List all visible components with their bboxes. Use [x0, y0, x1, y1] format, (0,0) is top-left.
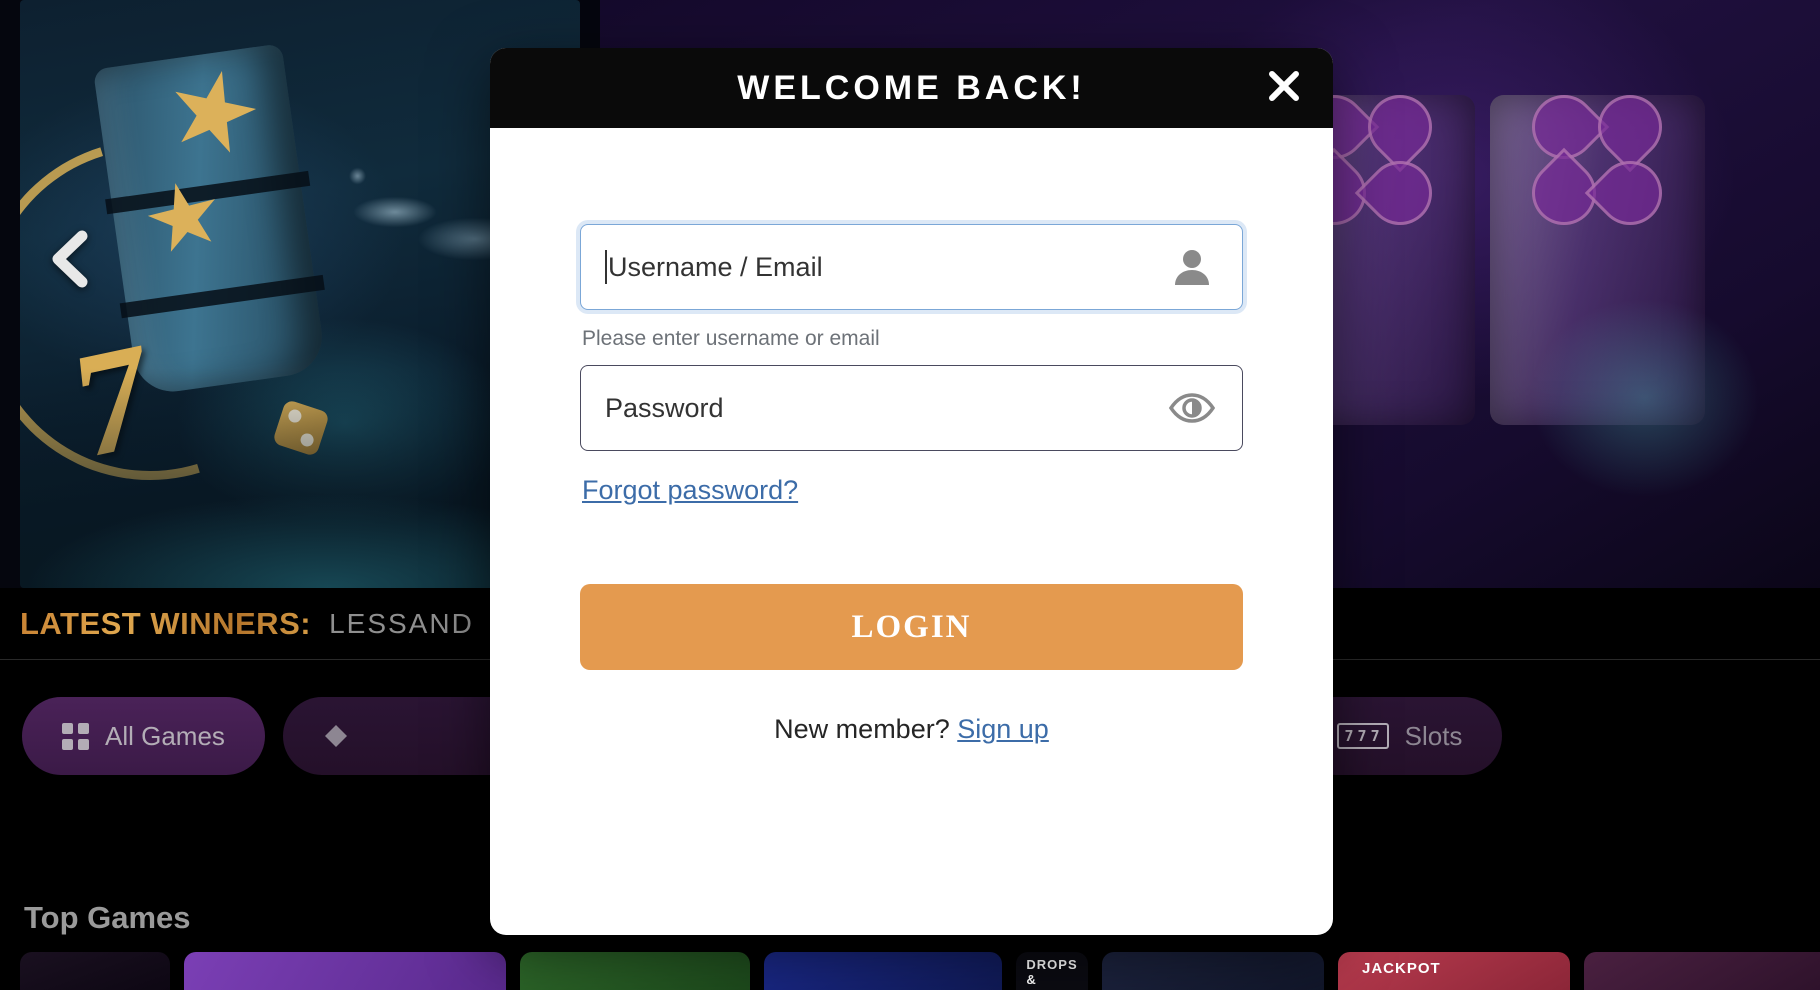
- username-placeholder: Username / Email: [605, 250, 1166, 284]
- modal-body: Username / Email Please enter username o…: [490, 128, 1333, 935]
- login-modal: WELCOME BACK! Username / Email Please en…: [490, 48, 1333, 935]
- username-input[interactable]: Username / Email: [580, 224, 1243, 310]
- password-field-wrap: Password: [580, 365, 1243, 451]
- jackpot-badge: JACKPOT: [1362, 960, 1441, 977]
- game-tile[interactable]: [1584, 952, 1820, 990]
- drops-and-wins-badge: DROPS & WINS: [1026, 957, 1078, 990]
- game-tile[interactable]: [764, 952, 1002, 990]
- app-screen: 7: [0, 0, 1820, 990]
- username-helper-text: Please enter username or email: [582, 327, 880, 350]
- username-placeholder-text: Username / Email: [608, 251, 823, 282]
- chevron-left-icon: [48, 230, 94, 293]
- game-tile[interactable]: [20, 952, 170, 990]
- seven-seven-seven-icon: 777: [1336, 723, 1389, 749]
- close-button[interactable]: [1263, 67, 1305, 109]
- winner-name: LESSAND: [329, 607, 474, 639]
- cyan-glow-decor: [1530, 298, 1760, 498]
- game-tile-drops-wins[interactable]: DROPS & WINS: [1016, 952, 1088, 990]
- username-field-wrap: Username / Email: [580, 224, 1243, 310]
- password-placeholder-text: Password: [605, 392, 724, 423]
- category-pill-label: Slots: [1404, 720, 1463, 751]
- modal-title: WELCOME BACK!: [737, 68, 1086, 107]
- login-button[interactable]: LOGIN: [580, 584, 1243, 670]
- top-games-row: DROPS & WINS JACKPOT: [0, 952, 1820, 990]
- game-tile[interactable]: [184, 952, 506, 990]
- game-tile[interactable]: [1102, 952, 1324, 990]
- diamond-icon: [323, 723, 349, 749]
- modal-header: WELCOME BACK!: [490, 48, 1333, 128]
- signup-prompt: New member?: [774, 714, 950, 744]
- forgot-password-link[interactable]: Forgot password?: [582, 475, 798, 505]
- category-pill-label: All Games: [105, 720, 225, 751]
- winners-label: LATEST WINNERS:: [20, 605, 312, 641]
- signup-row: New member? Sign up: [580, 714, 1243, 745]
- clover-icon: [1518, 81, 1676, 239]
- password-input[interactable]: Password: [580, 365, 1243, 451]
- category-pill-all-games[interactable]: All Games: [22, 697, 265, 775]
- forgot-password-row: Forgot password?: [582, 475, 1243, 506]
- grid-icon: [62, 722, 89, 750]
- signup-link[interactable]: Sign up: [957, 714, 1049, 744]
- cup-band: [119, 274, 325, 319]
- eye-icon[interactable]: [1166, 391, 1218, 425]
- game-tile-jackpot[interactable]: JACKPOT: [1338, 952, 1570, 990]
- close-icon: [1267, 69, 1301, 108]
- user-icon: [1166, 245, 1218, 289]
- text-caret: [605, 250, 607, 284]
- game-tile[interactable]: [520, 952, 750, 990]
- top-games-title: Top Games: [24, 900, 191, 935]
- carousel-prev-button[interactable]: [40, 230, 102, 292]
